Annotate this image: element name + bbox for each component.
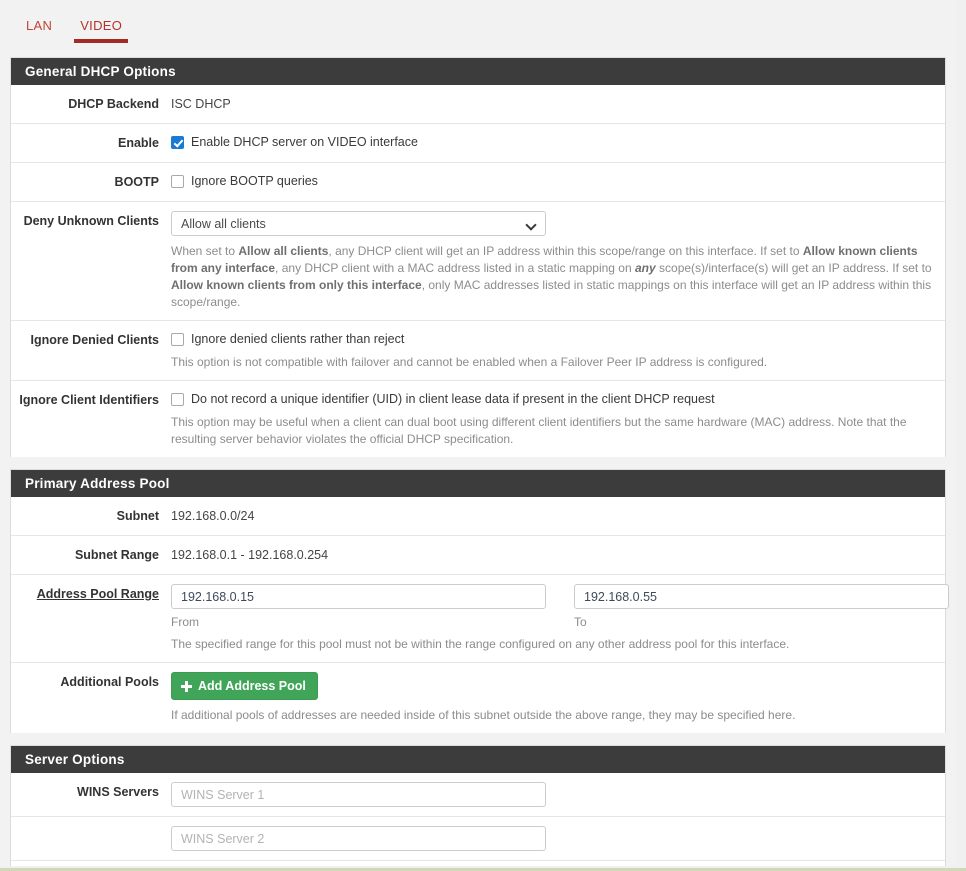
tab-lan[interactable]: LAN <box>12 0 66 43</box>
interface-tabs: LAN VIDEO <box>0 0 956 57</box>
ignore-denied-clients-row: Ignore Denied Clients Ignore denied clie… <box>11 321 945 381</box>
additional-pools-row: Additional Pools Add Address Pool If add… <box>11 663 945 733</box>
ignore-client-identifiers-help: This option may be useful when a client … <box>171 415 907 446</box>
add-address-pool-button[interactable]: Add Address Pool <box>171 672 318 700</box>
subnet-label: Subnet <box>116 509 159 523</box>
address-pool-range-row: Address Pool Range From To The specified… <box>11 575 949 663</box>
server-options-panel: Server Options WINS Servers DNS Servers <box>10 745 946 866</box>
address-pool-range-from-input[interactable] <box>171 584 546 609</box>
ignore-denied-clients-label: Ignore Denied Clients <box>30 333 160 347</box>
general-dhcp-options-panel: General DHCP Options DHCP Backend ISC DH… <box>10 57 946 457</box>
tab-video[interactable]: VIDEO <box>66 0 136 43</box>
wins-server-2-input[interactable] <box>171 826 546 851</box>
additional-pools-help: If additional pools of addresses are nee… <box>171 708 796 722</box>
dhcp-backend-label: DHCP Backend <box>68 97 159 111</box>
ignore-client-identifiers-row: Ignore Client Identifiers Do not record … <box>11 381 945 457</box>
ignore-denied-clients-checkbox[interactable] <box>171 333 184 346</box>
ignore-client-identifiers-label: Ignore Client Identifiers <box>19 393 159 407</box>
page-background: LAN VIDEO General DHCP Options DHCP Back… <box>0 0 966 871</box>
address-pool-range-to-sublabel: To <box>574 615 587 629</box>
wins-server-1-input[interactable] <box>171 782 546 807</box>
general-dhcp-options-heading: General DHCP Options <box>11 58 945 85</box>
primary-address-pool-heading: Primary Address Pool <box>11 470 945 497</box>
wins-servers-row-1: WINS Servers <box>11 773 945 817</box>
enable-dhcp-checkbox-label[interactable]: Enable DHCP server on VIDEO interface <box>191 134 418 150</box>
bootp-label: BOOTP <box>114 175 159 189</box>
address-pool-range-label[interactable]: Address Pool Range <box>11 584 171 653</box>
ignore-denied-clients-checkbox-label[interactable]: Ignore denied clients rather than reject <box>191 331 404 347</box>
ignore-bootp-checkbox[interactable] <box>171 175 184 188</box>
enable-dhcp-checkbox[interactable] <box>171 136 184 149</box>
wins-servers-row-2 <box>11 817 945 861</box>
plus-icon <box>181 680 192 692</box>
enable-label: Enable <box>118 136 159 150</box>
subnet-range-row: Subnet Range 192.168.0.1 - 192.168.0.254 <box>11 536 945 575</box>
ignore-client-identifiers-checkbox[interactable] <box>171 393 184 406</box>
subnet-row: Subnet 192.168.0.0/24 <box>11 497 945 536</box>
wins-servers-label: WINS Servers <box>77 785 159 799</box>
address-pool-range-from-sublabel: From <box>171 615 199 629</box>
address-pool-range-help: The specified range for this pool must n… <box>171 637 790 651</box>
deny-unknown-clients-help: When set to Allow all clients, any DHCP … <box>171 244 932 309</box>
deny-unknown-clients-row: Deny Unknown Clients Allow all clients W… <box>11 202 945 321</box>
ignore-bootp-checkbox-label[interactable]: Ignore BOOTP queries <box>191 173 318 189</box>
add-address-pool-button-label: Add Address Pool <box>198 679 306 693</box>
server-options-heading: Server Options <box>11 746 945 773</box>
address-pool-range-to-input[interactable] <box>574 584 949 609</box>
wins-servers-label-empty <box>11 826 171 851</box>
dhcp-backend-value: ISC DHCP <box>171 97 231 111</box>
chevron-down-icon <box>527 221 537 227</box>
subnet-range-label: Subnet Range <box>74 548 159 562</box>
additional-pools-label: Additional Pools <box>60 675 159 689</box>
subnet-range-value: 192.168.0.1 - 192.168.0.254 <box>171 548 329 562</box>
subnet-value: 192.168.0.0/24 <box>171 509 255 523</box>
deny-unknown-clients-select[interactable]: Allow all clients <box>171 211 546 236</box>
deny-unknown-clients-label: Deny Unknown Clients <box>23 214 159 228</box>
ignore-denied-clients-help: This option is not compatible with failo… <box>171 355 768 369</box>
ignore-client-identifiers-checkbox-label[interactable]: Do not record a unique identifier (UID) … <box>191 391 715 407</box>
bootp-row: BOOTP Ignore BOOTP queries <box>11 163 945 202</box>
enable-row: Enable Enable DHCP server on VIDEO inter… <box>11 124 945 163</box>
content-area: LAN VIDEO General DHCP Options DHCP Back… <box>0 0 956 866</box>
dns-servers-row-1: DNS Servers <box>11 861 945 866</box>
deny-unknown-clients-selected-value: Allow all clients <box>181 216 266 231</box>
primary-address-pool-panel: Primary Address Pool Subnet 192.168.0.0/… <box>10 469 949 733</box>
dhcp-backend-row: DHCP Backend ISC DHCP <box>11 85 945 124</box>
